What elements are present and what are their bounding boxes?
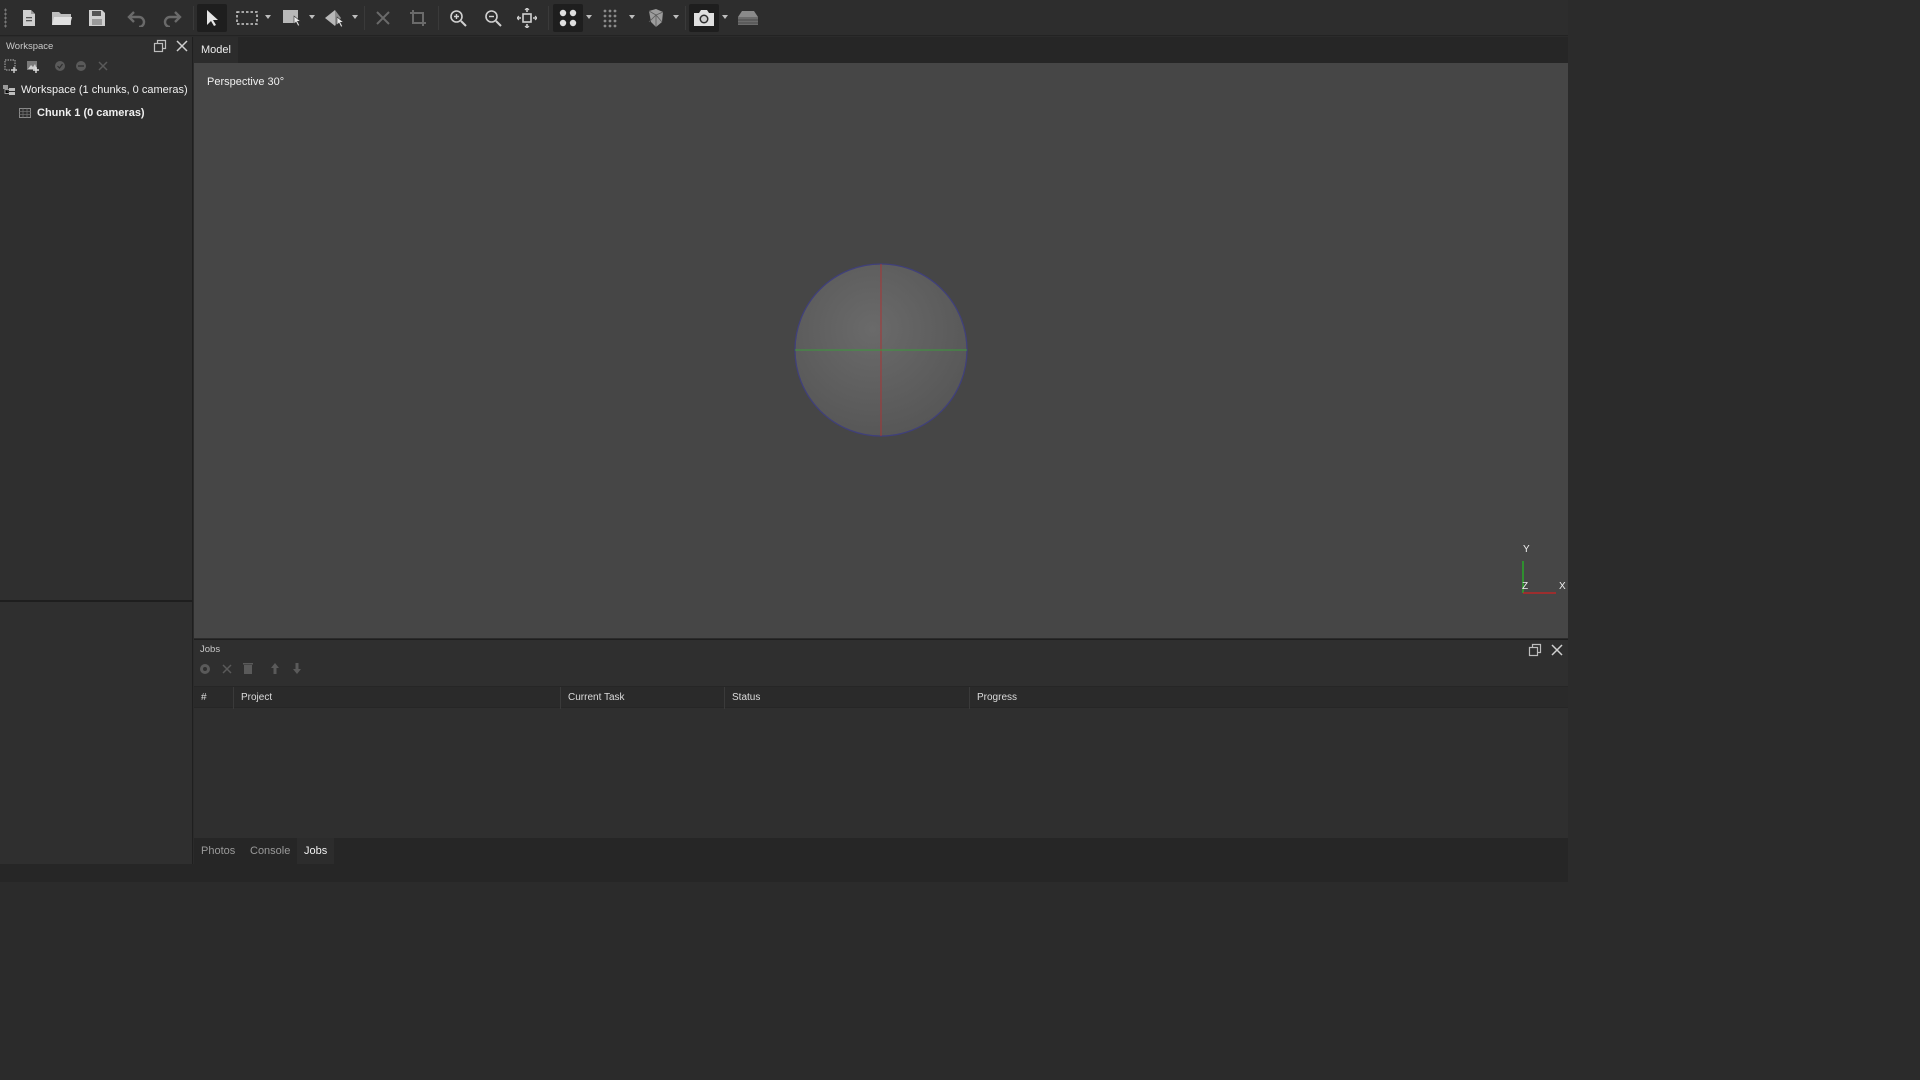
shape-tool-icon[interactable] xyxy=(320,4,350,32)
column-progress[interactable]: Progress xyxy=(970,687,1568,709)
axis-gizmo: Y Z X xyxy=(1516,543,1566,595)
dense-cloud-icon[interactable] xyxy=(598,4,626,32)
disable-icon[interactable] xyxy=(75,60,87,75)
main-toolbar xyxy=(0,0,1568,36)
column-current-task[interactable]: Current Task xyxy=(561,687,725,709)
navigation-arrow-icon[interactable] xyxy=(197,4,227,32)
workspace-toolbar xyxy=(0,57,193,75)
start-job-icon[interactable] xyxy=(199,663,211,678)
column-status[interactable]: Status xyxy=(725,687,970,709)
crop-selection-icon[interactable] xyxy=(405,4,431,32)
dense-cloud-dropdown[interactable] xyxy=(629,15,635,19)
move-down-icon[interactable] xyxy=(292,662,302,678)
status-bar xyxy=(0,864,1568,882)
enable-icon[interactable] xyxy=(54,60,66,75)
points-icon[interactable] xyxy=(553,4,583,32)
jobs-table-body xyxy=(194,709,1568,839)
model-tool-dropdown[interactable] xyxy=(309,15,315,19)
remove-icon[interactable] xyxy=(97,60,109,75)
tab-console[interactable]: Console xyxy=(243,838,297,864)
close-jobs-panel-icon[interactable] xyxy=(1550,643,1564,657)
workspace-panel: Workspace Workspace (1 chunks, 0 cameras… xyxy=(0,37,193,864)
workspace-root-label: Workspace (1 chunks, 0 cameras) xyxy=(21,84,188,96)
zoom-in-icon[interactable] xyxy=(445,4,471,32)
rectangle-selection-icon[interactable] xyxy=(233,4,261,32)
new-icon[interactable] xyxy=(16,4,42,32)
show-region-icon[interactable] xyxy=(734,4,762,32)
chunk-item[interactable]: Chunk 1 (0 cameras) xyxy=(19,102,145,124)
panel-splitter[interactable] xyxy=(0,600,193,602)
add-chunk-icon[interactable] xyxy=(4,59,18,76)
model-tool-icon[interactable] xyxy=(279,4,307,32)
chunk-label: Chunk 1 (0 cameras) xyxy=(37,107,145,119)
show-cameras-dropdown[interactable] xyxy=(722,15,728,19)
column-number[interactable]: # xyxy=(194,687,234,709)
jobs-panel-title: Jobs xyxy=(200,644,221,655)
move-up-icon[interactable] xyxy=(270,662,280,678)
tab-jobs[interactable]: Jobs xyxy=(297,838,335,864)
chunk-icon xyxy=(19,108,31,118)
tab-photos[interactable]: Photos xyxy=(194,838,242,864)
jobs-panel: Jobs # Project Current Task Status Progr… xyxy=(194,639,1568,839)
mesh-shading-icon[interactable] xyxy=(641,4,671,32)
float-panel-icon[interactable] xyxy=(153,39,167,53)
close-panel-icon[interactable] xyxy=(175,39,189,53)
workspace-root-item[interactable]: Workspace (1 chunks, 0 cameras) xyxy=(3,79,188,101)
jobs-toolbar xyxy=(194,660,394,678)
jobs-table-header: # Project Current Task Status Progress xyxy=(194,686,1568,709)
redo-icon[interactable] xyxy=(159,4,185,32)
bottom-tab-bar: Photos Console Jobs xyxy=(194,838,1568,864)
view-mode-label: Perspective 30° xyxy=(207,76,285,88)
stop-job-icon[interactable] xyxy=(221,663,233,678)
delete-selection-icon[interactable] xyxy=(370,4,396,32)
toolbar-grip[interactable] xyxy=(4,8,7,28)
delete-job-icon[interactable] xyxy=(242,662,254,678)
add-photos-icon[interactable] xyxy=(26,59,40,76)
save-icon[interactable] xyxy=(84,4,110,32)
axis-z-label: Z xyxy=(1522,581,1529,592)
model-viewport[interactable]: Perspective 30° Y Z X xyxy=(194,63,1568,638)
trackball-sphere[interactable] xyxy=(792,263,970,439)
rectangle-selection-dropdown[interactable] xyxy=(265,15,271,19)
tab-model[interactable]: Model xyxy=(194,37,238,63)
view-tab-bar: Model xyxy=(194,37,1568,63)
axis-y-label: Y xyxy=(1523,544,1530,555)
column-project[interactable]: Project xyxy=(234,687,561,709)
float-jobs-panel-icon[interactable] xyxy=(1528,643,1542,657)
workspace-panel-title: Workspace xyxy=(6,41,54,52)
show-cameras-icon[interactable] xyxy=(689,4,719,32)
undo-icon[interactable] xyxy=(124,4,150,32)
reset-view-icon[interactable] xyxy=(514,4,540,32)
points-dropdown[interactable] xyxy=(586,15,592,19)
mesh-shading-dropdown[interactable] xyxy=(673,15,679,19)
open-folder-icon[interactable] xyxy=(49,4,75,32)
zoom-out-icon[interactable] xyxy=(480,4,506,32)
workspace-tree-icon xyxy=(3,85,15,95)
axis-x-label: X xyxy=(1559,581,1566,592)
shape-tool-dropdown[interactable] xyxy=(352,15,358,19)
